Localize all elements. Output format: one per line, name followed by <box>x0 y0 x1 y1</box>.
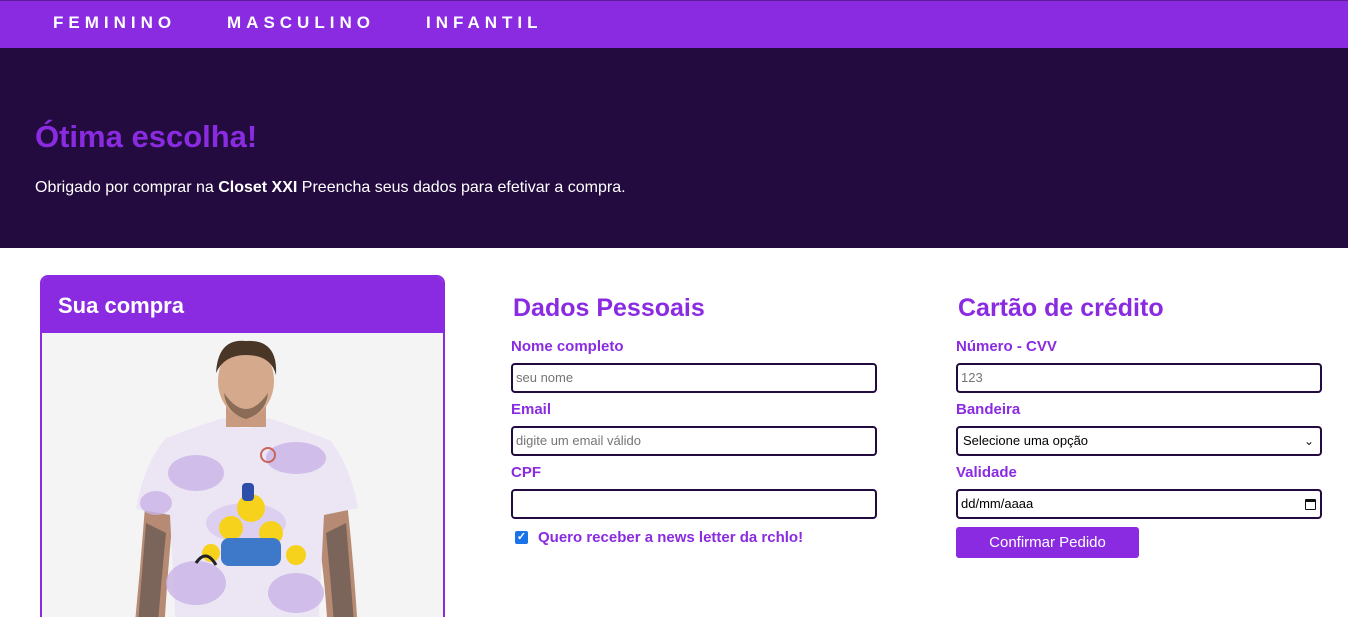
personal-data-form: Dados Pessoais Nome completo seu nome Em… <box>511 294 878 546</box>
validity-placeholder: dd/mm/aaaa <box>961 496 1034 511</box>
newsletter-label: Quero receber a news letter da rchlo! <box>538 529 804 546</box>
purchase-card-title: Sua compra <box>42 277 443 333</box>
brand-name: Closet XXI <box>218 179 298 196</box>
card-number-label: Número - CVV <box>956 338 1057 355</box>
product-image <box>46 333 439 617</box>
card-brand-label: Bandeira <box>956 401 1021 418</box>
validity-label: Validade <box>956 464 1017 481</box>
name-input[interactable]: seu nome <box>511 363 877 393</box>
cpf-label: CPF <box>511 464 541 481</box>
hero-subtitle: Obrigado por comprar na Closet XXI Preen… <box>35 179 626 197</box>
hero-title: Ótima escolha! <box>35 119 258 154</box>
top-nav: FEMININO MASCULINO INFANTIL <box>0 0 1348 48</box>
nav-item-masculino[interactable]: MASCULINO <box>227 13 375 33</box>
nav-item-infantil[interactable]: INFANTIL <box>426 13 543 33</box>
hero-banner: Ótima escolha! Obrigado por comprar na C… <box>0 48 1348 248</box>
cpf-input[interactable] <box>511 489 877 519</box>
credit-card-title: Cartão de crédito <box>958 294 1164 322</box>
calendar-icon[interactable] <box>1305 498 1316 510</box>
chevron-down-icon: ⌄ <box>1303 434 1314 448</box>
card-brand-select[interactable]: Selecione uma opção ⌄ <box>956 426 1322 456</box>
name-label: Nome completo <box>511 338 624 355</box>
nav-item-feminino[interactable]: FEMININO <box>53 13 176 33</box>
confirm-order-button[interactable]: Confirmar Pedido <box>956 527 1139 558</box>
card-brand-selected: Selecione uma opção <box>963 433 1089 448</box>
newsletter-checkbox[interactable]: ✓ <box>515 531 528 544</box>
email-label: Email <box>511 401 552 418</box>
email-input[interactable]: digite um email válido <box>511 426 877 456</box>
newsletter-row: ✓ Quero receber a news letter da rchlo! <box>515 529 878 546</box>
credit-card-form: Cartão de crédito Número - CVV 123 Bande… <box>956 294 1323 558</box>
personal-data-title: Dados Pessoais <box>513 294 705 322</box>
hero-text-before: Obrigado por comprar na <box>35 179 219 196</box>
validity-date-input[interactable]: dd/mm/aaaa <box>956 489 1322 519</box>
card-number-input[interactable]: 123 <box>956 363 1322 393</box>
hero-text-after: Preencha seus dados para efetivar a comp… <box>297 179 626 196</box>
purchase-card: Sua compra <box>40 275 445 617</box>
